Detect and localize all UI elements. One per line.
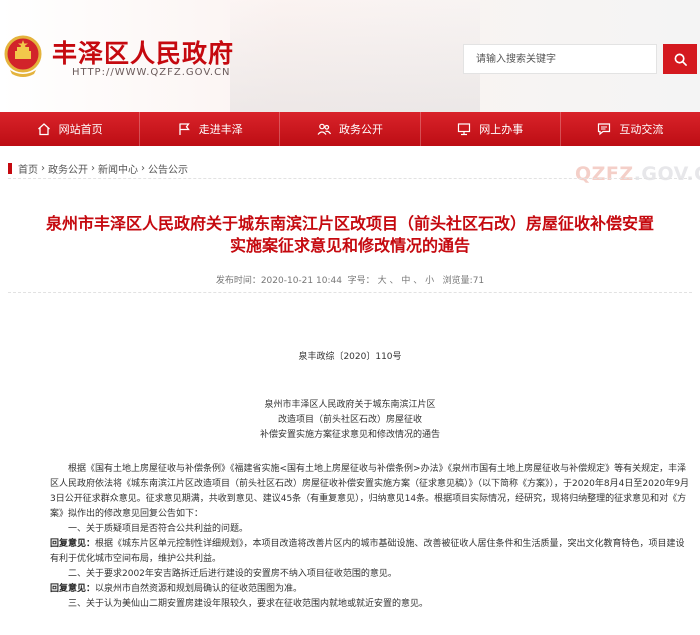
nav-item-online-service[interactable]: 网上办事	[421, 112, 561, 146]
font-size-small[interactable]: 小	[425, 276, 434, 286]
nav-item-gov-affairs[interactable]: 政务公开	[280, 112, 421, 146]
breadcrumb-news-center[interactable]: 新闻中心	[98, 161, 138, 176]
nav-item-interaction[interactable]: 互动交流	[561, 112, 700, 146]
home-icon	[37, 123, 50, 136]
font-size-label: 字号：	[347, 276, 375, 286]
search-button[interactable]	[663, 44, 697, 74]
body-item: 二、关于要求2002年安吉路拆迁后进行建设的安置房不纳入项目征收范围的意见。	[68, 569, 397, 579]
breadcrumb-separator: ›	[141, 163, 145, 174]
article-title: 泉州市丰泽区人民政府关于城东南滨江片区改项目（前头社区石改）房屋征收补偿安置 实…	[0, 213, 700, 257]
nav-item-label: 网站首页	[58, 123, 103, 136]
breadcrumb-separator: ›	[91, 163, 95, 174]
article-meta: 发布时间：2020-10-21 10:44 字号： 大 、 中 、 小 浏览量:…	[215, 276, 485, 286]
reply-label: 回复意见：	[50, 584, 96, 594]
font-size-large[interactable]: 大	[378, 276, 387, 286]
view-count: 浏览量:71	[442, 276, 485, 286]
divider	[8, 292, 692, 293]
breadcrumb-announcements[interactable]: 公告公示	[148, 161, 188, 176]
body-reply: 回复意见：根据《城东片区单元控制性详细规划》，本项目改造将改善片区内的城市基础设…	[50, 537, 690, 567]
body-reply: 回复意见：以泉州市自然资源和规划局确认的征收范围图为准。	[50, 582, 690, 597]
header-landscape	[230, 0, 480, 112]
breadcrumb-home[interactable]: 首页	[18, 161, 38, 176]
site-title[interactable]: 丰泽区人民政府	[52, 34, 234, 70]
notice-heading-line: 补偿安置实施方案征求意见和修改情况的通告	[259, 430, 440, 440]
article-body: 根据《国有土地上房屋征收与补偿条例》《福建省实施<国有土地上房屋征收与补偿条例>…	[50, 462, 690, 612]
reply-text: 根据《城东片区单元控制性详细规划》，本项目改造将改善片区内的城市基础设施、改善被…	[50, 539, 685, 564]
nav-item-about[interactable]: 走进丰泽	[140, 112, 281, 146]
font-size-medium[interactable]: 中	[401, 276, 410, 286]
reply-text: 以泉州市自然资源和规划局确认的征收范围图为准。	[95, 584, 303, 594]
body-item: 三、关于认为美仙山二期安置房建设年限较久，要求在征收范围内就地或就近安置的意见。	[68, 599, 429, 609]
main-nav: 网站首页 走进丰泽 政务公开 网上办事 互动交流	[0, 112, 700, 146]
chat-icon	[598, 123, 611, 136]
body-paragraph: 根据《国有土地上房屋征收与补偿条例》《福建省实施<国有土地上房屋征收与补偿条例>…	[50, 464, 689, 519]
flag-icon	[179, 123, 190, 135]
site-watermark: QZFZ.GOV.CN	[575, 163, 700, 185]
nav-item-home[interactable]: 网站首页	[0, 112, 141, 146]
reply-label: 回复意见：	[50, 539, 96, 549]
national-emblem-icon	[4, 35, 42, 77]
breadcrumb-marker	[8, 163, 12, 174]
article-title-line: 泉州市丰泽区人民政府关于城东南滨江片区改项目（前头社区石改）房屋征收补偿安置	[45, 214, 654, 233]
notice-heading: 泉州市丰泽区人民政府关于城东南滨江片区 改造项目（前头社区石改）房屋征收 补偿安…	[0, 398, 700, 443]
site-header: 丰泽区人民政府 HTTP://WWW.QZFZ.GOV.CN	[0, 0, 700, 112]
publish-date: 发布时间：2020-10-21 10:44	[215, 276, 342, 286]
article-title-line: 实施案征求意见和修改情况的通告	[229, 236, 470, 255]
search-icon	[674, 53, 687, 66]
notice-heading-line: 泉州市丰泽区人民政府关于城东南滨江片区	[264, 400, 436, 410]
body-item: 一、关于质疑项目是否符合公共利益的问题。	[68, 524, 249, 534]
divider	[8, 178, 692, 179]
breadcrumb-gov-affairs[interactable]: 政务公开	[48, 161, 88, 176]
notice-heading-line: 改造项目（前头社区石改）房屋征收	[277, 415, 422, 425]
nav-item-label: 走进丰泽	[198, 123, 243, 136]
nav-item-label: 政务公开	[339, 123, 383, 136]
nav-item-label: 互动交流	[619, 123, 664, 136]
document-number: 泉丰政综〔2020〕110号	[298, 352, 402, 362]
nav-item-label: 网上办事	[479, 123, 524, 136]
monitor-icon	[458, 123, 471, 136]
site-url: HTTP://WWW.QZFZ.GOV.CN	[72, 67, 231, 78]
people-icon	[317, 123, 331, 135]
breadcrumb-separator: ›	[41, 163, 45, 174]
search-input[interactable]	[463, 44, 657, 74]
breadcrumb: 首页 › 政务公开 › 新闻中心 › 公告公示	[8, 161, 188, 176]
